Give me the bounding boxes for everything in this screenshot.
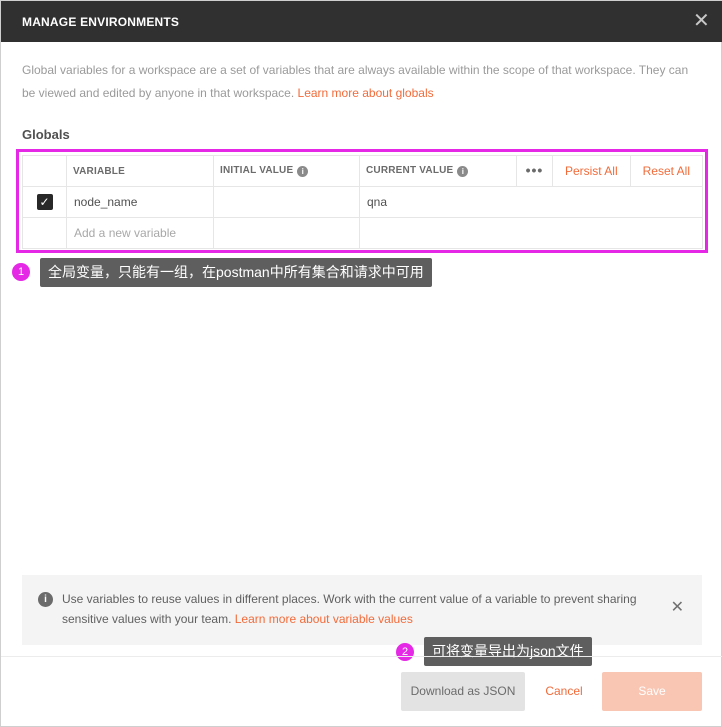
- variables-info-banner: i Use variables to reuse values in diffe…: [22, 575, 702, 645]
- header-check-cell: [22, 155, 67, 187]
- table-actions: ••• Persist All Reset All: [515, 156, 702, 187]
- learn-variable-values-link[interactable]: Learn more about variable values: [235, 612, 413, 626]
- checkbox-checked-icon[interactable]: ✓: [36, 194, 53, 210]
- initial-value-cell[interactable]: [213, 186, 360, 218]
- footer-divider: [1, 656, 722, 657]
- close-icon[interactable]: ✕: [693, 11, 710, 31]
- column-header-current-value: CURRENT VALUE i ••• Persist All Reset All: [359, 155, 703, 187]
- reset-all-button[interactable]: Reset All: [629, 156, 702, 187]
- info-banner-text: Use variables to reuse values in differe…: [62, 589, 642, 629]
- learn-globals-link[interactable]: Learn more about globals: [298, 86, 434, 100]
- annotation-note-2: 可将变量导出为json文件: [424, 637, 592, 666]
- table-row-new: Add a new variable: [22, 217, 703, 249]
- new-row-check-cell: [22, 217, 67, 249]
- table-row: ✓ node_name qna: [22, 186, 703, 218]
- annotation-number-1: 1: [12, 263, 30, 281]
- info-icon: i: [38, 592, 53, 607]
- globals-table: VARIABLE INITIAL VALUE i CURRENT VALUE i •…: [22, 155, 703, 249]
- persist-all-button[interactable]: Persist All: [551, 156, 630, 187]
- globals-section-title: Globals: [22, 127, 70, 142]
- annotation-number-2: 2: [396, 643, 414, 661]
- new-initial-value-cell[interactable]: [213, 217, 360, 249]
- variable-name-cell[interactable]: node_name: [66, 186, 214, 218]
- modal-title: MANAGE ENVIRONMENTS: [22, 15, 180, 29]
- annotation-note-1: 全局变量，只能有一组，在postman中所有集合和请求中可用: [40, 258, 432, 287]
- new-variable-input[interactable]: Add a new variable: [66, 217, 214, 249]
- globals-table-highlight: VARIABLE INITIAL VALUE i CURRENT VALUE i •…: [16, 149, 708, 253]
- info-icon[interactable]: i: [297, 166, 309, 177]
- manage-environments-modal: MANAGE ENVIRONMENTS ✕ Global variables f…: [0, 0, 722, 727]
- modal-header: MANAGE ENVIRONMENTS ✕: [1, 1, 722, 42]
- current-value-cell[interactable]: qna: [359, 186, 703, 218]
- globals-description: Global variables for a workspace are a s…: [22, 59, 702, 105]
- info-icon[interactable]: i: [457, 166, 469, 177]
- new-current-value-cell[interactable]: [359, 217, 703, 249]
- download-json-button[interactable]: Download as JSON: [401, 672, 525, 711]
- table-header-row: VARIABLE INITIAL VALUE i CURRENT VALUE i •…: [22, 155, 703, 187]
- save-button[interactable]: Save: [602, 672, 702, 711]
- column-header-variable: VARIABLE: [66, 155, 214, 187]
- close-icon[interactable]: ✕: [671, 600, 684, 616]
- cancel-button[interactable]: Cancel: [541, 672, 587, 711]
- column-header-initial-value: INITIAL VALUE i: [213, 155, 360, 187]
- row-check-cell: ✓: [22, 186, 67, 218]
- more-dots-icon[interactable]: •••: [515, 156, 552, 187]
